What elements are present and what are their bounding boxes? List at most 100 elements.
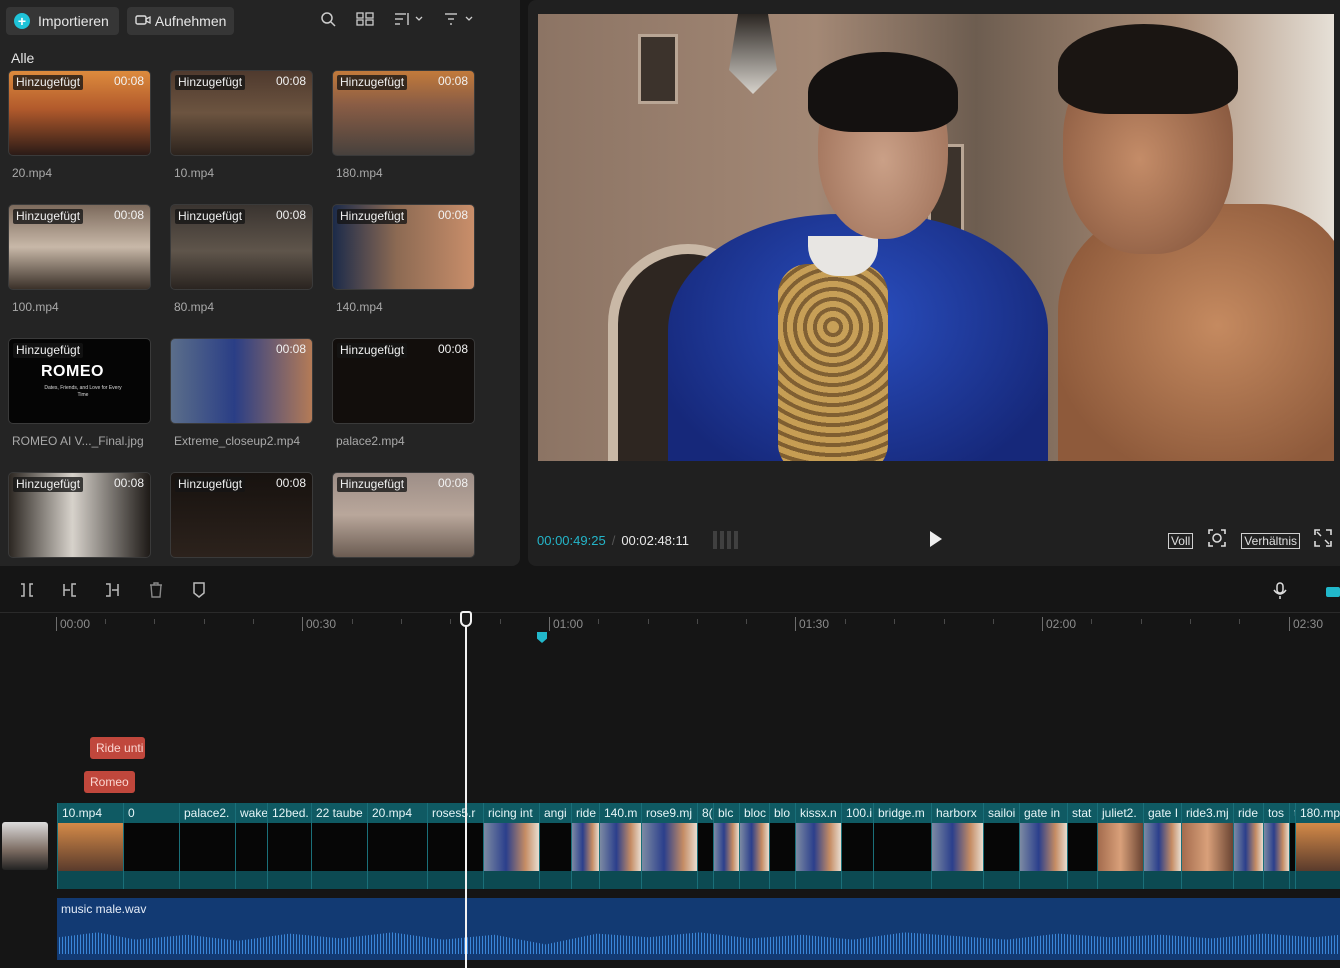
text-clip[interactable]: Romeo: [84, 771, 135, 793]
timeline-toolbar: [0, 576, 1340, 608]
duration-badge: 00:08: [275, 208, 306, 222]
video-clip[interactable]: rose9.mj: [641, 803, 697, 889]
video-clip[interactable]: 20.mp4: [367, 803, 427, 889]
video-clip[interactable]: ride: [571, 803, 599, 889]
video-clip[interactable]: kissx.n: [795, 803, 841, 889]
ruler-minor-tick: [894, 619, 895, 624]
video-clip[interactable]: roses5.r: [427, 803, 483, 889]
filter-icon[interactable]: [444, 12, 474, 30]
quality-full-button[interactable]: Voll: [1167, 532, 1194, 549]
video-clip[interactable]: palace2.: [179, 803, 235, 889]
audio-track-clip[interactable]: music male.wav: [57, 898, 1340, 960]
track-cover-thumbnail[interactable]: [2, 822, 48, 870]
play-button[interactable]: [928, 529, 944, 549]
video-preview-frame[interactable]: [538, 14, 1334, 461]
sort-icon[interactable]: [394, 12, 424, 30]
video-clip[interactable]: 100.i: [841, 803, 873, 889]
clip-frame: [1182, 823, 1233, 871]
added-badge: Hinzugefügt: [13, 209, 84, 224]
plus-icon: +: [14, 13, 30, 29]
media-item[interactable]: Hinzugefügt 00:08 140.mp4: [332, 204, 475, 314]
video-clip[interactable]: blc: [713, 803, 739, 889]
record-button[interactable]: Aufnehmen: [126, 7, 235, 35]
import-button[interactable]: + Importieren: [6, 7, 119, 35]
clip-frame: [540, 823, 571, 871]
split-left-icon[interactable]: [62, 582, 78, 603]
split-right-icon[interactable]: [104, 582, 120, 603]
video-clip[interactable]: 8(: [697, 803, 713, 889]
marker-icon[interactable]: [191, 582, 207, 603]
media-item[interactable]: 00:08 Extreme_closeup2.mp4: [170, 338, 313, 448]
video-clip[interactable]: blo: [769, 803, 795, 889]
video-clip[interactable]: juliet2.: [1097, 803, 1143, 889]
aspect-ratio-button[interactable]: Verhältnis: [1241, 532, 1300, 549]
clip-frame: [642, 823, 697, 871]
video-clip[interactable]: ricing int: [483, 803, 539, 889]
clip-label: 140.m: [600, 803, 641, 823]
video-clip[interactable]: 12bed.: [267, 803, 311, 889]
duration-badge: 00:08: [275, 476, 306, 490]
video-clip[interactable]: 180.mp: [1295, 803, 1340, 889]
fullscreen-icon[interactable]: [1314, 529, 1332, 552]
video-clip[interactable]: angi: [539, 803, 571, 889]
video-clip[interactable]: gate I: [1143, 803, 1181, 889]
ruler-minor-tick: [746, 619, 747, 624]
clip-label: tos: [1264, 803, 1289, 823]
media-item[interactable]: Hinzugefügt 00:08: [8, 472, 151, 558]
video-clip[interactable]: stat: [1067, 803, 1097, 889]
video-clip[interactable]: bridge.m: [873, 803, 931, 889]
ruler-tick: [549, 617, 550, 631]
media-item[interactable]: Hinzugefügt 00:08 100.mp4: [8, 204, 151, 314]
zoom-fit-icon[interactable]: [1207, 528, 1227, 553]
search-icon[interactable]: [320, 11, 336, 31]
video-clip[interactable]: 140.m: [599, 803, 641, 889]
ruler-minor-tick: [450, 619, 451, 624]
timeline-marker[interactable]: [537, 632, 547, 643]
video-clip[interactable]: gate in: [1019, 803, 1067, 889]
clip-frame: [1020, 823, 1067, 871]
media-item[interactable]: Hinzugefügt 00:08: [332, 472, 475, 558]
video-clip[interactable]: ride3.mj: [1181, 803, 1233, 889]
ruler-label: 00:00: [60, 617, 91, 631]
waveform-toggle-icon[interactable]: [713, 531, 740, 549]
ruler-label: 01:30: [799, 617, 830, 631]
filter-all-label[interactable]: Alle: [11, 50, 34, 66]
media-item[interactable]: Hinzugefügt 00:08 10.mp4: [170, 70, 313, 180]
video-clip[interactable]: tos: [1263, 803, 1289, 889]
clip-frame: [1068, 823, 1097, 871]
romeo-logo: ROMEO: [41, 363, 104, 380]
preview-controls-right: Voll Verhältnis: [1167, 528, 1332, 553]
media-item[interactable]: Hinzugefügt 00:08 palace2.mp4: [332, 338, 475, 448]
clip-frame: [1264, 823, 1289, 871]
clip-label: harborx: [932, 803, 983, 823]
ruler-label: 01:00: [553, 617, 584, 631]
video-clip[interactable]: 10.mp4: [57, 803, 123, 889]
split-icon[interactable]: [19, 582, 35, 603]
playhead-line[interactable]: [465, 622, 467, 968]
duration-badge: 00:08: [437, 74, 468, 88]
video-clip[interactable]: sailoi: [983, 803, 1019, 889]
media-item[interactable]: Hinzugefügt 00:08: [170, 472, 313, 558]
video-clip[interactable]: ride: [1233, 803, 1263, 889]
video-clip[interactable]: bloc: [739, 803, 769, 889]
video-clip[interactable]: 0: [123, 803, 179, 889]
microphone-icon[interactable]: [1272, 582, 1288, 605]
video-clip[interactable]: wake: [235, 803, 267, 889]
media-filename: palace2.mp4: [336, 434, 405, 448]
timeline-toggle[interactable]: [1326, 587, 1340, 597]
playhead-handle[interactable]: [460, 611, 472, 627]
text-clip[interactable]: Ride unti: [90, 737, 145, 759]
added-badge: Hinzugefügt: [175, 477, 246, 492]
media-item[interactable]: Hinzugefügt 00:08 80.mp4: [170, 204, 313, 314]
media-item[interactable]: Hinzugefügt ROMEO Dates, Friends, and Lo…: [8, 338, 151, 448]
grid-view-icon[interactable]: [356, 12, 374, 30]
delete-icon[interactable]: [148, 582, 164, 603]
media-filename: ROMEO AI V..._Final.jpg: [12, 434, 144, 448]
video-clip[interactable]: harborx: [931, 803, 983, 889]
media-item[interactable]: Hinzugefügt 00:08 180.mp4: [332, 70, 475, 180]
video-clip[interactable]: 22 taube: [311, 803, 367, 889]
clip-frame: [1296, 823, 1340, 871]
timeline-ruler[interactable]: 00:00 00:30 01:00 01:30 02:00 02:30: [0, 612, 1340, 634]
media-item[interactable]: Hinzugefügt 00:08 20.mp4: [8, 70, 151, 180]
audio-clip-label: music male.wav: [61, 902, 147, 916]
